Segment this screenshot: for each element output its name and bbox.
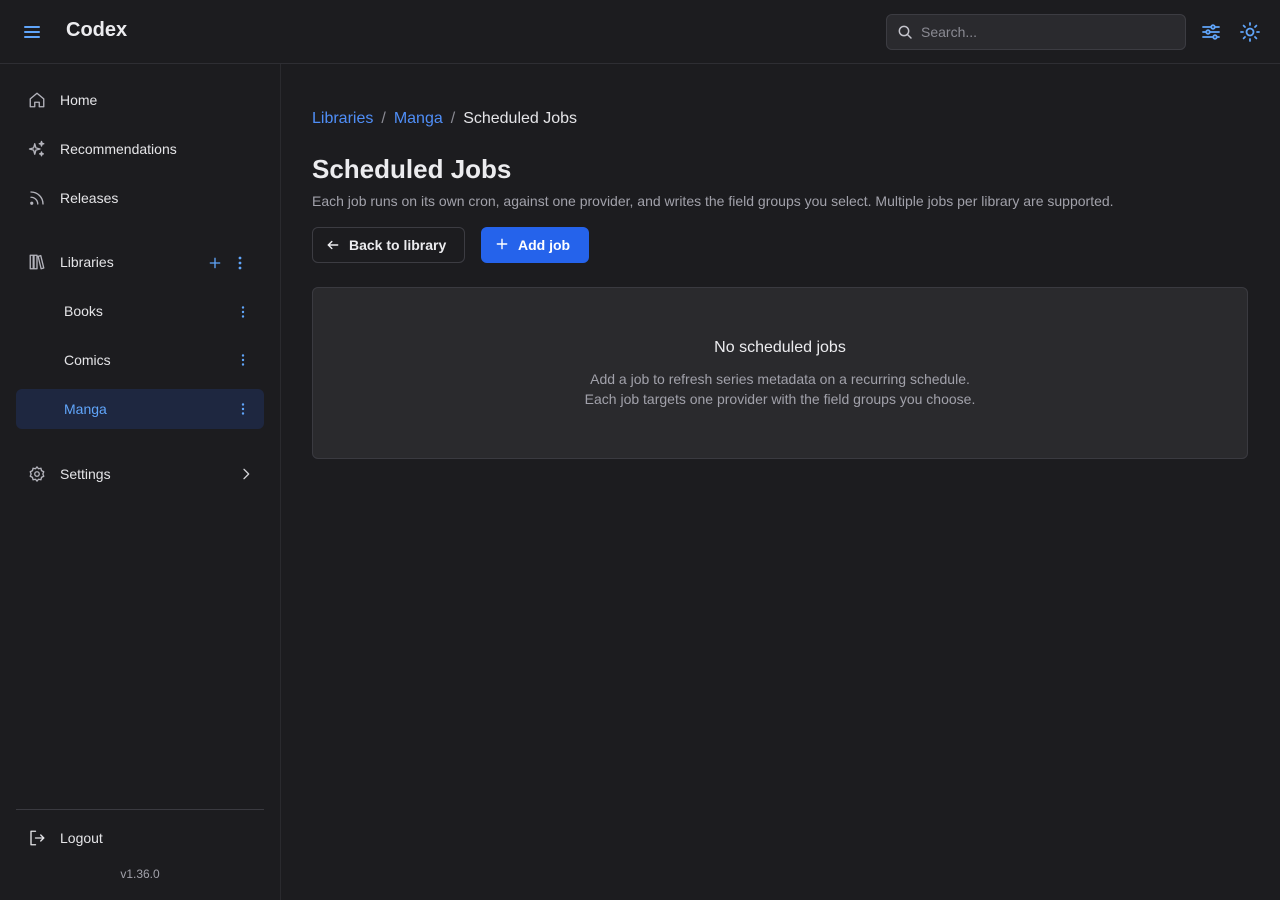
app-version: v1.36.0 [120, 867, 160, 881]
app-title[interactable]: Codex [66, 19, 127, 42]
arrow-left-icon [326, 238, 340, 252]
sidebar-item-label: Books [64, 303, 103, 319]
sparkles-icon [28, 140, 46, 158]
page-description: Each job runs on its own cron, against o… [312, 193, 1114, 209]
sidebar-item-home[interactable]: Home [16, 80, 264, 120]
home-icon [28, 91, 46, 109]
sidebar-item-releases[interactable]: Releases [16, 178, 264, 218]
manga-more-icon[interactable] [235, 401, 251, 417]
add-job-label: Add job [518, 237, 571, 253]
sliders-icon[interactable] [1199, 20, 1223, 44]
search-input[interactable] [921, 15, 1181, 49]
sidebar-item-comics[interactable]: Comics [16, 340, 264, 380]
sidebar-item-label: Home [60, 92, 98, 108]
sidebar-item-settings[interactable]: Settings [16, 454, 264, 494]
back-to-library-button[interactable]: Back to library [312, 227, 465, 263]
empty-state-card: No scheduled jobs Add a job to refresh s… [312, 287, 1248, 459]
chevron-right-icon [238, 466, 254, 482]
plus-icon [495, 237, 509, 251]
library-icon [28, 253, 46, 271]
sidebar: Home Recommendations Releases Libraries [0, 64, 281, 900]
breadcrumb-libraries-link[interactable]: Libraries [312, 110, 373, 128]
sidebar-item-label: Manga [64, 401, 107, 417]
sidebar-divider [16, 809, 264, 810]
books-more-icon[interactable] [235, 304, 251, 320]
sidebar-item-label: Recommendations [60, 141, 177, 157]
breadcrumb-manga-link[interactable]: Manga [394, 110, 443, 128]
top-app-bar: Codex [0, 0, 1280, 64]
logout-icon [28, 829, 46, 847]
breadcrumb-separator: / [450, 110, 456, 127]
logout-label: Logout [60, 830, 103, 846]
gear-icon [28, 465, 46, 483]
search-icon [897, 24, 913, 40]
empty-state-title: No scheduled jobs [714, 339, 846, 356]
sidebar-item-books[interactable]: Books [16, 291, 264, 331]
page-title: Scheduled Jobs [312, 154, 512, 184]
search-box[interactable] [886, 14, 1186, 50]
breadcrumb-current: Scheduled Jobs [463, 110, 578, 127]
breadcrumb: Libraries / Manga / Scheduled Jobs [312, 110, 577, 128]
sun-icon[interactable] [1238, 20, 1262, 44]
libraries-more-icon[interactable] [232, 255, 248, 271]
rss-icon [28, 189, 46, 207]
sidebar-item-libraries[interactable]: Libraries [16, 242, 264, 282]
comics-more-icon[interactable] [235, 352, 251, 368]
logout-button[interactable]: Logout [16, 818, 264, 858]
empty-state-text: Add a job to refresh series metadata on … [590, 371, 970, 387]
sidebar-item-recommendations[interactable]: Recommendations [16, 129, 264, 169]
add-job-button[interactable]: Add job [481, 227, 589, 263]
sidebar-item-label: Comics [64, 352, 111, 368]
add-library-button[interactable] [207, 255, 223, 271]
sidebar-item-label: Settings [60, 466, 111, 482]
sidebar-item-label: Libraries [60, 254, 114, 270]
sidebar-item-label: Releases [60, 190, 119, 206]
hamburger-menu-icon[interactable] [20, 20, 44, 44]
back-to-library-label: Back to library [349, 237, 447, 253]
breadcrumb-separator: / [381, 110, 386, 127]
sidebar-item-manga[interactable]: Manga [16, 389, 264, 429]
empty-state-text: Each job targets one provider with the f… [584, 391, 976, 407]
